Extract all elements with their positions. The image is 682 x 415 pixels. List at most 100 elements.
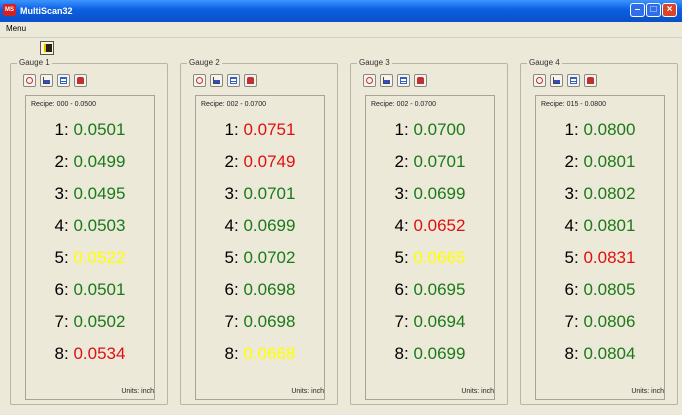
zoom-button[interactable]	[23, 74, 36, 87]
reading-value: 0.0499	[73, 152, 126, 171]
channel-label: 2:	[564, 152, 579, 171]
reading-value: 0.0699	[413, 344, 466, 363]
gauge-panel-3: Gauge 3 Recipe: 002 - 0.0700 1: 0.0700 2…	[350, 58, 508, 405]
channel-label: 1:	[54, 120, 69, 139]
table-icon	[60, 77, 67, 84]
reading-value: 0.0699	[243, 216, 296, 235]
reading-value: 0.0699	[413, 184, 466, 203]
channel-label: 3:	[224, 184, 239, 203]
reading-value: 0.0522	[73, 248, 126, 267]
readings-box: Recipe: 000 - 0.0500 1: 0.0501 2: 0.0499…	[25, 95, 155, 400]
menu-item-menu[interactable]: Menu	[6, 24, 26, 33]
print-button[interactable]	[244, 74, 257, 87]
chart-button[interactable]	[210, 74, 223, 87]
gauge-panel-1: Gauge 1 Recipe: 000 - 0.0500 1: 0.0501 2…	[10, 58, 168, 405]
exit-door-icon[interactable]	[40, 41, 54, 55]
reading-value: 0.0802	[583, 184, 636, 203]
channel-label: 4:	[564, 216, 579, 235]
channel-label: 8:	[224, 344, 239, 363]
reading-value: 0.0801	[583, 152, 636, 171]
table-button[interactable]	[567, 74, 580, 87]
reading-value: 0.0502	[73, 312, 126, 331]
reading-value: 0.0495	[73, 184, 126, 203]
zoom-icon	[536, 77, 543, 84]
reading-value: 0.0804	[583, 344, 636, 363]
reading-value: 0.0501	[73, 120, 126, 139]
reading-value: 0.0800	[583, 120, 636, 139]
reading-row: 4: 0.0503	[26, 214, 154, 238]
chart-button[interactable]	[40, 74, 53, 87]
channel-label: 7:	[564, 312, 579, 331]
reading-row: 6: 0.0695	[366, 278, 494, 302]
units-label: Units: inch	[291, 388, 324, 395]
reading-row: 5: 0.0831	[536, 246, 664, 270]
reading-row: 8: 0.0699	[366, 342, 494, 366]
chart-button[interactable]	[380, 74, 393, 87]
units-label: Units: inch	[631, 388, 664, 395]
reading-row: 3: 0.0495	[26, 182, 154, 206]
window-title: MultiScan32	[20, 6, 73, 16]
reading-row: 2: 0.0701	[366, 150, 494, 174]
reading-row: 4: 0.0652	[366, 214, 494, 238]
menu-bar: Menu	[0, 22, 682, 38]
channel-label: 5:	[224, 248, 239, 267]
reading-row: 3: 0.0802	[536, 182, 664, 206]
reading-value: 0.0652	[413, 216, 466, 235]
units-label: Units: inch	[461, 388, 494, 395]
readings-box: Recipe: 002 - 0.0700 1: 0.0751 2: 0.0749…	[195, 95, 325, 400]
recipe-label: Recipe: 002 - 0.0700	[201, 101, 266, 108]
reading-row: 7: 0.0806	[536, 310, 664, 334]
reading-value: 0.0698	[243, 312, 296, 331]
reading-value: 0.0751	[243, 120, 296, 139]
channel-label: 1:	[224, 120, 239, 139]
channel-label: 1:	[564, 120, 579, 139]
channel-label: 8:	[394, 344, 409, 363]
gauge-title: Gauge 4	[527, 58, 562, 67]
reading-row: 3: 0.0699	[366, 182, 494, 206]
chart-icon	[383, 77, 390, 84]
print-button[interactable]	[74, 74, 87, 87]
channel-label: 3:	[54, 184, 69, 203]
reading-row: 8: 0.0804	[536, 342, 664, 366]
reading-row: 6: 0.0501	[26, 278, 154, 302]
title-bar[interactable]: MS MultiScan32 – □ ×	[0, 0, 682, 22]
channel-label: 6:	[564, 280, 579, 299]
close-button[interactable]: ×	[662, 3, 677, 17]
reading-value: 0.0701	[243, 184, 296, 203]
table-button[interactable]	[57, 74, 70, 87]
channel-label: 5:	[54, 248, 69, 267]
minimize-button[interactable]: –	[630, 3, 645, 17]
zoom-button[interactable]	[363, 74, 376, 87]
reading-value: 0.0694	[413, 312, 466, 331]
channel-label: 8:	[564, 344, 579, 363]
reading-row: 4: 0.0699	[196, 214, 324, 238]
chart-button[interactable]	[550, 74, 563, 87]
channel-label: 4:	[224, 216, 239, 235]
table-icon	[230, 77, 237, 84]
table-icon	[570, 77, 577, 84]
print-button[interactable]	[414, 74, 427, 87]
reading-row: 2: 0.0499	[26, 150, 154, 174]
print-icon	[77, 77, 84, 84]
print-button[interactable]	[584, 74, 597, 87]
reading-value: 0.0702	[243, 248, 296, 267]
reading-value: 0.0801	[583, 216, 636, 235]
reading-value: 0.0534	[73, 344, 126, 363]
reading-row: 6: 0.0805	[536, 278, 664, 302]
reading-row: 2: 0.0749	[196, 150, 324, 174]
channel-label: 4:	[394, 216, 409, 235]
zoom-button[interactable]	[193, 74, 206, 87]
recipe-label: Recipe: 002 - 0.0700	[371, 101, 436, 108]
reading-row: 5: 0.0522	[26, 246, 154, 270]
zoom-button[interactable]	[533, 74, 546, 87]
table-button[interactable]	[227, 74, 240, 87]
table-button[interactable]	[397, 74, 410, 87]
maximize-button[interactable]: □	[646, 3, 661, 17]
print-icon	[417, 77, 424, 84]
channel-label: 1:	[394, 120, 409, 139]
print-icon	[247, 77, 254, 84]
reading-value: 0.0695	[413, 280, 466, 299]
recipe-label: Recipe: 015 - 0.0800	[541, 101, 606, 108]
reading-value: 0.0668	[243, 344, 296, 363]
channel-label: 8:	[54, 344, 69, 363]
